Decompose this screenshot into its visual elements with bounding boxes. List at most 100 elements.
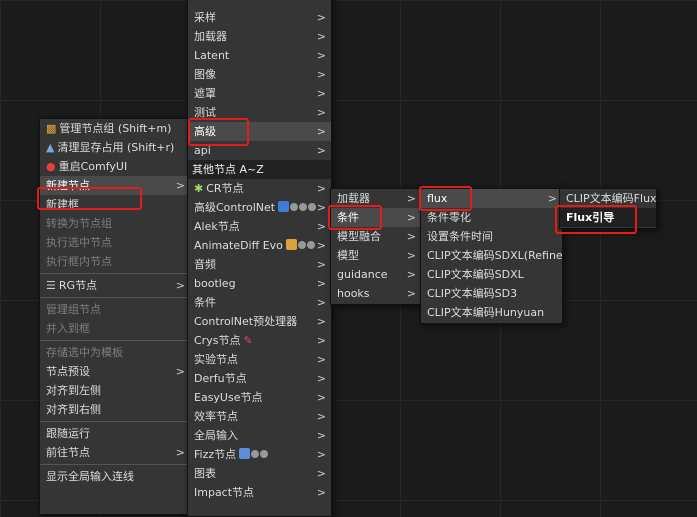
menu-item-queue-selected[interactable]: 执行选中节点 bbox=[40, 233, 190, 252]
menu-item-restart-comfyui[interactable]: ● 重启ComfyUI bbox=[40, 157, 190, 176]
menu-item-manage-group-node[interactable]: 管理组节点 bbox=[40, 300, 190, 319]
menu-item-hooks[interactable]: hooks > bbox=[331, 284, 421, 303]
menu-item-clip-sdxl[interactable]: CLIP文本编码SDXL bbox=[421, 265, 562, 284]
chevron-right-icon: > bbox=[175, 365, 185, 378]
menu-item-fizz-nodes[interactable]: Fizz节点 > bbox=[188, 445, 331, 464]
menu-item-add-group[interactable]: 新建框 bbox=[40, 195, 190, 214]
menu-item-free-vram[interactable]: ▲ 清理显存占用 (Shift+r) bbox=[40, 138, 190, 157]
menu-item-node-presets[interactable]: 节点预设 > bbox=[40, 362, 190, 381]
menu-item-api[interactable]: api > bbox=[188, 141, 331, 160]
sitemap-icon: ▩ bbox=[46, 122, 57, 135]
dot-icon bbox=[297, 241, 306, 249]
rocket-icon: ▲ bbox=[46, 141, 55, 154]
menu-item-advanced[interactable]: 高级 > bbox=[188, 122, 331, 141]
advanced-submenu: 加载器 > 条件 > 模型融合 > 模型 > guidance > hooks > bbox=[330, 188, 422, 305]
chevron-right-icon: > bbox=[406, 192, 416, 205]
menu-item-loaders[interactable]: 加载器 > bbox=[188, 27, 331, 46]
animatediff-badge-icon bbox=[285, 239, 297, 250]
menu-item-cr-nodes[interactable]: ✱ CR节点 > bbox=[188, 179, 331, 198]
chevron-right-icon: > bbox=[316, 258, 326, 271]
chevron-right-icon: > bbox=[316, 353, 326, 366]
menu-item-clip-hunyuan[interactable]: CLIP文本编码Hunyuan bbox=[421, 303, 562, 322]
chevron-right-icon: > bbox=[316, 49, 326, 62]
menu-item-merge-to-group[interactable]: 并入到框 bbox=[40, 319, 190, 338]
menu-item-image[interactable]: 图像 > bbox=[188, 65, 331, 84]
menu-item-impact-nodes[interactable]: Impact节点 > bbox=[188, 483, 331, 502]
menu-separator bbox=[40, 273, 190, 274]
menu-item-rg-nodes[interactable]: ☰ RG节点 > bbox=[40, 276, 190, 295]
menu-separator bbox=[40, 340, 190, 341]
chevron-right-icon: > bbox=[175, 446, 185, 459]
menu-item-mask[interactable]: 遮罩 > bbox=[188, 84, 331, 103]
menu-item-testing[interactable]: 测试 > bbox=[188, 103, 331, 122]
node-category-menu: 采样 > 加载器 > Latent > 图像 > 遮罩 > 测试 > 高级 > api > 其他… bbox=[187, 0, 332, 517]
menu-item-model-merging[interactable]: 模型融合 > bbox=[331, 227, 421, 246]
conditioning-submenu: flux > 条件零化 设置条件时间 CLIP文本编码SDXL(Refiner) … bbox=[420, 188, 563, 324]
menu-item-controlnet-preprocessors[interactable]: ControlNet预处理器 > bbox=[188, 312, 331, 331]
menu-item-hidden-top[interactable] bbox=[188, 0, 331, 8]
chevron-right-icon: > bbox=[316, 315, 326, 328]
menu-item-align-left[interactable]: 对齐到左侧 bbox=[40, 381, 190, 400]
menu-item-conditioning-other[interactable]: 条件 > bbox=[188, 293, 331, 312]
chevron-right-icon: > bbox=[406, 211, 416, 224]
chevron-right-icon: > bbox=[316, 391, 326, 404]
menu-item-conditioning-zero-out[interactable]: 条件零化 bbox=[421, 208, 562, 227]
menu-item-global-input[interactable]: 全局输入 > bbox=[188, 426, 331, 445]
chevron-right-icon: > bbox=[316, 87, 326, 100]
menu-item-convert-to-group-node[interactable]: 转换为节点组 bbox=[40, 214, 190, 233]
menu-item-efficiency-nodes[interactable]: 效率节点 > bbox=[188, 407, 331, 426]
menu-item-audio[interactable]: 音频 > bbox=[188, 255, 331, 274]
menu-item-clip-sdxl-refiner[interactable]: CLIP文本编码SDXL(Refiner) bbox=[421, 246, 562, 265]
chevron-right-icon: > bbox=[316, 486, 326, 499]
chevron-right-icon: > bbox=[316, 106, 326, 119]
menu-item-queue-group[interactable]: 执行框内节点 bbox=[40, 252, 190, 271]
menu-item-crys-nodes[interactable]: Crys节点 ✎ > bbox=[188, 331, 331, 350]
menu-item-derfu-nodes[interactable]: Derfu节点 > bbox=[188, 369, 331, 388]
menu-item-bootleg[interactable]: bootleg > bbox=[188, 274, 331, 293]
menu-item-clip-flux[interactable]: CLIP文本编码Flux bbox=[560, 189, 656, 208]
puzzle-icon: ✱ bbox=[194, 182, 204, 195]
menu-separator bbox=[40, 297, 190, 298]
canvas-context-menu: ▩ 管理节点组 (Shift+m) ▲ 清理显存占用 (Shift+r) ● 重启Co… bbox=[39, 118, 191, 515]
menu-item-guidance[interactable]: guidance > bbox=[331, 265, 421, 284]
controlnet-badge-icon bbox=[278, 201, 290, 212]
chevron-right-icon: > bbox=[316, 372, 326, 385]
flux-submenu: CLIP文本编码Flux Flux引导 bbox=[559, 188, 657, 229]
menu-item-follow-execution[interactable]: 跟随运行 bbox=[40, 424, 190, 443]
dot-icon bbox=[260, 450, 269, 458]
chevron-right-icon: > bbox=[316, 334, 326, 347]
menu-item-latent[interactable]: Latent > bbox=[188, 46, 331, 65]
chevron-right-icon: > bbox=[316, 277, 326, 290]
menu-item-model[interactable]: 模型 > bbox=[331, 246, 421, 265]
menu-item-save-as-template[interactable]: 存储选中为模板 bbox=[40, 343, 190, 362]
menu-item-sampling[interactable]: 采样 > bbox=[188, 8, 331, 27]
menu-item-alek-nodes[interactable]: Alek节点 > bbox=[188, 217, 331, 236]
menu-item-clip-sd3[interactable]: CLIP文本编码SD3 bbox=[421, 284, 562, 303]
chevron-right-icon: > bbox=[316, 410, 326, 423]
menu-item-animatediff-evo[interactable]: AnimateDiff Evo > bbox=[188, 236, 331, 255]
chevron-right-icon: > bbox=[316, 448, 326, 461]
menu-item-align-right[interactable]: 对齐到右侧 bbox=[40, 400, 190, 419]
menu-separator bbox=[40, 421, 190, 422]
menu-item-adv-conditioning[interactable]: 条件 > bbox=[331, 208, 421, 227]
menu-item-add-node[interactable]: 新建节点 > bbox=[40, 176, 190, 195]
calendar-icon bbox=[239, 448, 251, 459]
chevron-right-icon: > bbox=[547, 192, 557, 205]
dot-icon bbox=[251, 450, 260, 458]
menu-item-flux[interactable]: flux > bbox=[421, 189, 562, 208]
menu-item-show-global-input-links[interactable]: 显示全局输入连线 bbox=[40, 467, 190, 486]
menu-item-charts[interactable]: 图表 > bbox=[188, 464, 331, 483]
dot-icon bbox=[290, 203, 299, 211]
menu-item-advanced-controlnet[interactable]: 高级ControlNet > bbox=[188, 198, 331, 217]
chevron-right-icon: > bbox=[316, 144, 326, 157]
menu-item-conditioning-set-timestep[interactable]: 设置条件时间 bbox=[421, 227, 562, 246]
menu-item-flux-guidance[interactable]: Flux引导 bbox=[560, 208, 656, 227]
chevron-right-icon: > bbox=[316, 30, 326, 43]
menu-item-manage-group-nodes[interactable]: ▩ 管理节点组 (Shift+m) bbox=[40, 119, 190, 138]
brush-icon: ✎ bbox=[243, 334, 253, 347]
menu-item-adv-loaders[interactable]: 加载器 > bbox=[331, 189, 421, 208]
menu-item-easyuse-nodes[interactable]: EasyUse节点 > bbox=[188, 388, 331, 407]
menu-item-go-to-node[interactable]: 前往节点 > bbox=[40, 443, 190, 462]
menu-item-experimental-nodes[interactable]: 实验节点 > bbox=[188, 350, 331, 369]
chevron-right-icon: > bbox=[406, 230, 416, 243]
